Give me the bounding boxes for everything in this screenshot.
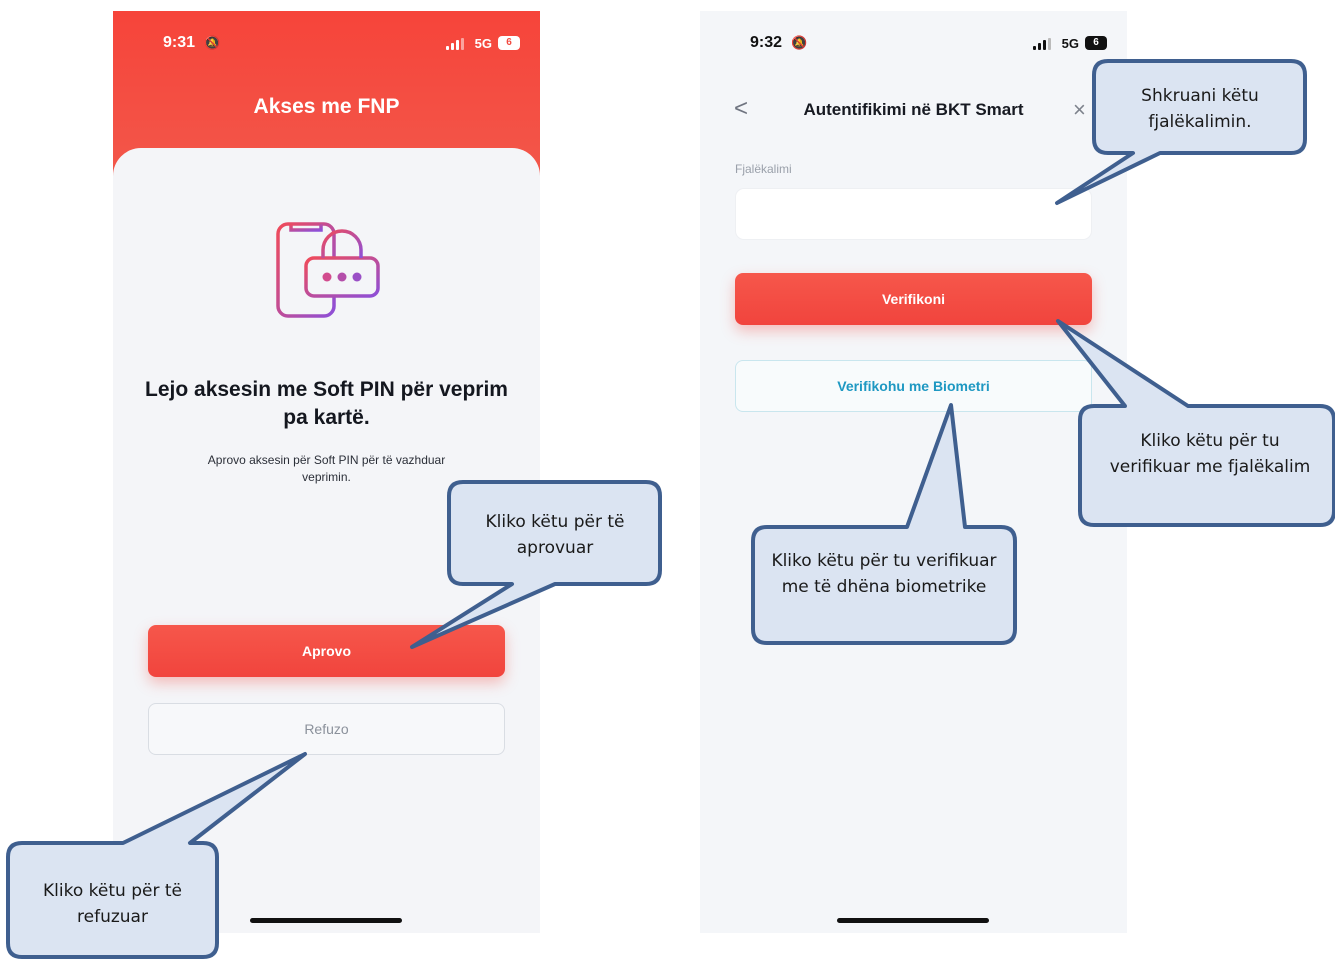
callout-verify-password <box>1056 319 1335 527</box>
callout-approve-text: Kliko këtu për të aprovuar <box>485 512 625 558</box>
callout-password-text: Shkruani këtu fjalëkalimin. <box>1141 86 1259 132</box>
callout-approve <box>410 480 662 649</box>
callout-verify-biometric-text: Kliko këtu për tu verifikuar me të dhëna… <box>771 551 997 597</box>
callout-reject-text: Kliko këtu për të refuzuar <box>43 881 182 927</box>
callout-verify-biometric <box>751 403 1017 645</box>
callout-verify-password-text: Kliko këtu për tu verifikuar me fjalëkal… <box>1109 431 1311 477</box>
